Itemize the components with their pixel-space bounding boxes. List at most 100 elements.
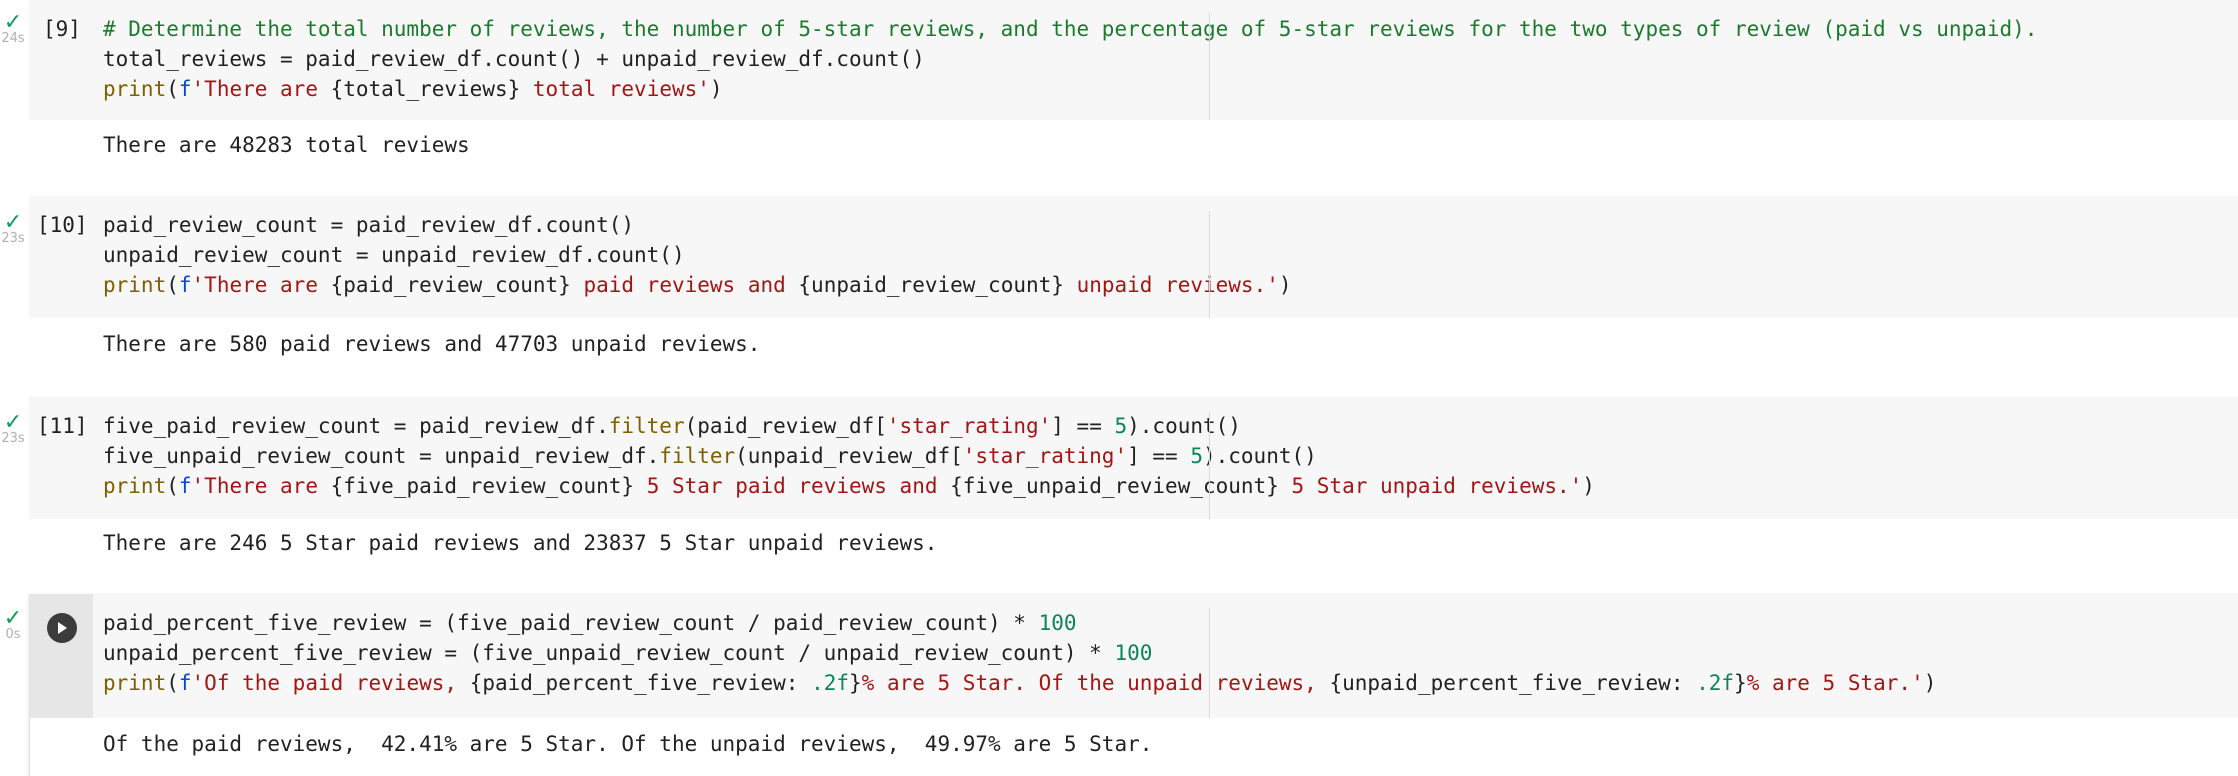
notebook-cell[interactable]: ✓ 23s [11] five_paid_review_count = paid… <box>0 397 2238 592</box>
check-icon: ✓ <box>3 210 23 235</box>
code-token: (unpaid_review_df[ <box>735 444 963 468</box>
code-token: # Determine the total number of reviews,… <box>103 17 2038 41</box>
line-length-ruler <box>1209 412 1210 519</box>
code-lines[interactable]: five_paid_review_count = paid_review_df.… <box>103 411 1595 501</box>
code-token: {five_paid_review_count} <box>330 474 635 498</box>
code-line[interactable]: paid_percent_five_review = (five_paid_re… <box>103 608 1936 638</box>
code-token: paid reviews and <box>570 273 799 297</box>
code-token: ) <box>1278 273 1292 297</box>
line-length-ruler <box>1209 211 1210 318</box>
code-line[interactable]: # Determine the total number of reviews,… <box>103 14 2037 44</box>
notebook-cell[interactable]: ✓ 24s [9] # Determine the total number o… <box>0 0 2238 190</box>
code-token: ] == <box>1127 444 1191 468</box>
cell-status: ✓ 24s <box>0 10 26 46</box>
code-token: {total_reviews} <box>330 77 521 101</box>
code-token: } <box>1734 671 1747 695</box>
code-token: ( <box>166 671 179 695</box>
code-token: ( <box>166 474 179 498</box>
code-line[interactable]: total_reviews = paid_review_df.count() +… <box>103 44 2037 74</box>
code-token: print <box>103 671 167 695</box>
code-line[interactable]: paid_review_count = paid_review_df.count… <box>103 210 1292 240</box>
code-editor[interactable]: [9] # Determine the total number of revi… <box>29 0 2238 120</box>
code-line[interactable]: print(f'There are {five_paid_review_coun… <box>103 471 1595 501</box>
code-lines[interactable]: paid_review_count = paid_review_df.count… <box>103 210 1292 300</box>
cell-output: There are 48283 total reviews <box>103 133 470 157</box>
code-token: 5 <box>1190 444 1203 468</box>
execution-duration: 23s <box>1 431 25 446</box>
code-line[interactable]: print(f'Of the paid reviews, {paid_perce… <box>103 668 1936 698</box>
code-token: ) <box>1582 474 1595 498</box>
code-token: % are 5 Star. Of the unpaid reviews, <box>861 671 1330 695</box>
code-token: 100 <box>1114 641 1153 665</box>
check-icon: ✓ <box>3 10 23 35</box>
code-line[interactable]: unpaid_review_count = unpaid_review_df.c… <box>103 240 1292 270</box>
line-length-ruler <box>1209 608 1210 718</box>
code-token: ] == <box>1051 414 1115 438</box>
code-token: five_unpaid_review_count = unpaid_review… <box>103 444 660 468</box>
code-token: 100 <box>1038 611 1077 635</box>
execution-duration: 24s <box>1 31 25 46</box>
code-token: ( <box>166 273 179 297</box>
code-line[interactable]: unpaid_percent_five_review = (five_unpai… <box>103 638 1936 668</box>
code-token: 'Of the paid reviews, <box>191 671 470 695</box>
cell-output: There are 580 paid reviews and 47703 unp… <box>103 332 761 356</box>
run-cell-button[interactable] <box>47 613 77 643</box>
notebook-cell-active[interactable]: ✓ 0s paid_percent_five_review = (five_pa… <box>0 594 2238 776</box>
cell-status: ✓ 23s <box>0 410 26 446</box>
code-token: print <box>103 474 167 498</box>
code-editor[interactable]: [11] five_paid_review_count = paid_revie… <box>29 397 2238 519</box>
execution-count: [9] <box>43 17 81 41</box>
code-token: 'star_rating' <box>886 414 1052 438</box>
cell-status: ✓ 0s <box>0 606 26 642</box>
code-token: 5 Star unpaid reviews.' <box>1278 474 1583 498</box>
notebook-cell[interactable]: ✓ 23s [10] paid_review_count = paid_revi… <box>0 196 2238 396</box>
execution-count: [10] <box>37 213 88 237</box>
code-line[interactable]: print(f'There are {paid_review_count} pa… <box>103 270 1292 300</box>
code-line[interactable]: five_unpaid_review_count = unpaid_review… <box>103 441 1595 471</box>
code-token: print <box>103 77 167 101</box>
code-lines[interactable]: # Determine the total number of reviews,… <box>103 14 2037 104</box>
code-editor[interactable]: [10] paid_review_count = paid_review_df.… <box>29 196 2238 318</box>
code-token: 'There are <box>191 77 331 101</box>
code-token: {paid_review_count} <box>330 273 571 297</box>
code-editor[interactable]: paid_percent_five_review = (five_paid_re… <box>29 594 2238 718</box>
code-token: paid_review_count = paid_review_df.count… <box>103 213 635 237</box>
code-lines[interactable]: paid_percent_five_review = (five_paid_re… <box>103 608 1936 698</box>
code-line[interactable]: print(f'There are {total_reviews} total … <box>103 74 2037 104</box>
code-token: 'star_rating' <box>962 444 1128 468</box>
cell-output: There are 246 5 Star paid reviews and 23… <box>103 531 938 555</box>
code-token: 'There are <box>191 474 331 498</box>
play-icon <box>58 622 67 634</box>
code-token: {unpaid_review_count} <box>798 273 1064 297</box>
check-icon: ✓ <box>3 606 23 631</box>
code-token: f <box>178 273 192 297</box>
check-icon: ✓ <box>3 410 23 435</box>
code-token: filter <box>608 414 685 438</box>
cell-output: Of the paid reviews, 42.41% are 5 Star. … <box>103 732 1153 756</box>
code-token: 5 <box>1114 414 1128 438</box>
code-token: {paid_percent_five_review: <box>469 671 812 695</box>
code-token: % are 5 Star.' <box>1746 671 1924 695</box>
code-token: ).count() <box>1202 444 1317 468</box>
code-token: unpaid_review_count = unpaid_review_df.c… <box>103 243 685 267</box>
code-token: f <box>178 671 192 695</box>
code-token: ) <box>1923 671 1937 695</box>
code-token: filter <box>659 444 736 468</box>
code-token: five_paid_review_count = paid_review_df. <box>103 414 609 438</box>
code-token: f <box>178 77 192 101</box>
code-token: total reviews' <box>520 77 710 101</box>
code-token: unpaid reviews.' <box>1063 273 1279 297</box>
code-token: {unpaid_percent_five_review: <box>1329 671 1697 695</box>
code-token: 5 Star paid reviews and <box>634 474 951 498</box>
code-token: .2f <box>811 671 849 695</box>
code-token: (paid_review_df[ <box>684 414 887 438</box>
execution-duration: 23s <box>1 231 25 246</box>
code-token: print <box>103 273 167 297</box>
line-length-ruler <box>1209 13 1210 120</box>
code-line[interactable]: five_paid_review_count = paid_review_df.… <box>103 411 1595 441</box>
code-token: ).count() <box>1127 414 1241 438</box>
code-token: 'There are <box>191 273 331 297</box>
code-token: } <box>849 671 862 695</box>
code-token: unpaid_percent_five_review = (five_unpai… <box>103 641 1115 665</box>
code-token: ( <box>166 77 179 101</box>
